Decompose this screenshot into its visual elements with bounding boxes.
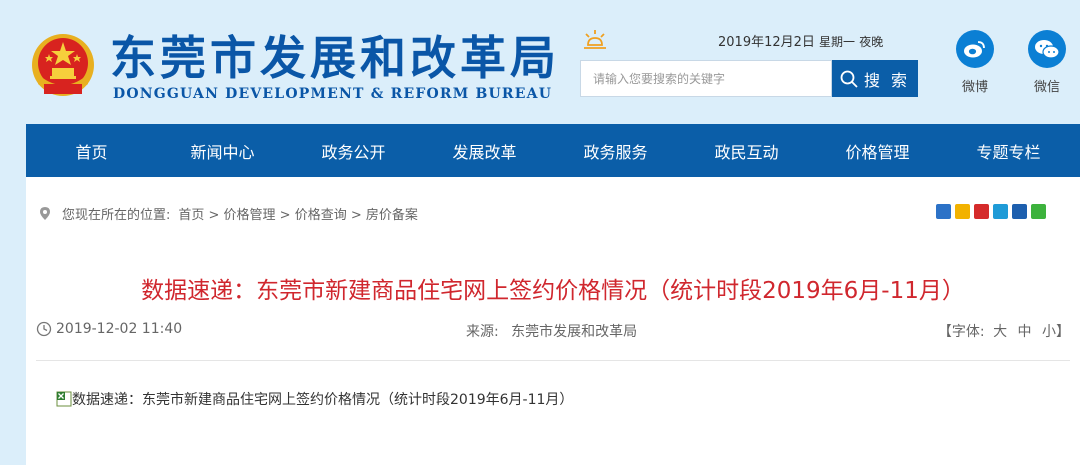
attachment-title: 数据速递：东莞市新建商品住宅网上签约价格情况（统计时段2019年6月-11月） <box>72 392 574 408</box>
national-emblem-icon <box>32 34 94 96</box>
wechat-share-icon[interactable] <box>1031 204 1046 219</box>
site-header: 东莞市发展和改革局 DONGGUAN DEVELOPMENT & REFORM … <box>0 0 1080 124</box>
time-of-day-value: 夜晚 <box>859 35 884 49</box>
font-size-switcher: 【字体: 大 中 小】 <box>938 321 1070 341</box>
breadcrumb-path[interactable]: 首页 > 价格管理 > 价格查询 > 房价备案 <box>178 204 417 223</box>
article-datetime: 2019-12-02 11:40 <box>56 321 183 337</box>
weather-night-icon <box>584 30 606 49</box>
renren-icon[interactable] <box>1012 204 1027 219</box>
article-source: 来源: 东莞市发展和改革局 <box>466 321 637 341</box>
plus-share-icon[interactable] <box>936 204 951 219</box>
font-size-medium[interactable]: 中 <box>1018 324 1032 340</box>
font-size-small[interactable]: 小 <box>1042 324 1056 340</box>
share-bar <box>936 204 1046 219</box>
main-nav: 首页 新闻中心 政务公开 发展改革 政务服务 政民互动 价格管理 专题专栏 <box>26 124 1080 177</box>
font-size-large[interactable]: 大 <box>993 324 1007 340</box>
breadcrumb-prefix: 您现在所在的位置: <box>62 208 171 223</box>
weibo-icon <box>956 30 994 68</box>
site-title: 东莞市发展和改革局 <box>110 31 560 85</box>
wechat-icon <box>1028 30 1066 68</box>
nav-item-services[interactable]: 政务服务 <box>550 124 681 177</box>
nav-item-interaction[interactable]: 政民互动 <box>681 124 812 177</box>
wechat-label: 微信 <box>1033 80 1060 95</box>
weibo-label: 微博 <box>961 80 988 95</box>
article-title: 数据速递：东莞市新建商品住宅网上签约价格情况（统计时段2019年6月-11月） <box>141 278 965 304</box>
breadcrumb: 您现在所在的位置: 首页 > 价格管理 > 价格查询 > 房价备案 <box>40 204 418 223</box>
source-label: 来源: <box>466 324 499 340</box>
tencent-weibo-icon[interactable] <box>993 204 1008 219</box>
search-box <box>580 60 832 97</box>
qzone-icon[interactable] <box>955 204 970 219</box>
attachment-link[interactable]: 数据速递：东莞市新建商品住宅网上签约价格情况（统计时段2019年6月-11月） <box>56 389 573 409</box>
search-icon <box>840 70 858 88</box>
source-value: 东莞市发展和改革局 <box>511 324 638 340</box>
excel-file-icon <box>56 391 72 407</box>
nav-item-home[interactable]: 首页 <box>26 124 157 177</box>
nav-item-news[interactable]: 新闻中心 <box>157 124 288 177</box>
font-size-label: 【字体: <box>937 324 985 340</box>
article-content: 您现在所在的位置: 首页 > 价格管理 > 价格查询 > 房价备案 数据速递：东… <box>26 177 1080 465</box>
wechat-link[interactable]: 微信 <box>1022 30 1072 95</box>
article-date: 2019-12-02 11:40 <box>36 321 182 337</box>
nav-item-reform[interactable]: 发展改革 <box>419 124 550 177</box>
search-button[interactable]: 搜 索 <box>832 60 918 97</box>
nav-item-price[interactable]: 价格管理 <box>812 124 943 177</box>
article-meta: 2019-12-02 11:40 来源: 东莞市发展和改革局 【字体: 大 中 … <box>36 321 1070 341</box>
divider <box>36 360 1070 361</box>
sina-weibo-icon[interactable] <box>974 204 989 219</box>
site-subtitle: DONGGUAN DEVELOPMENT & REFORM BUREAU <box>113 86 553 102</box>
location-pin-icon <box>40 207 50 220</box>
search-input[interactable] <box>581 61 831 96</box>
date-value: 2019年12月2日 <box>718 35 815 50</box>
clock-icon <box>36 321 52 337</box>
font-size-close: 】 <box>1056 324 1070 340</box>
weibo-link[interactable]: 微博 <box>950 30 1000 95</box>
nav-item-topics[interactable]: 专题专栏 <box>943 124 1074 177</box>
weekday-value: 星期一 <box>819 35 856 49</box>
search-button-label: 搜 索 <box>863 70 911 90</box>
nav-item-gov-affairs[interactable]: 政务公开 <box>288 124 419 177</box>
current-date: 2019年12月2日 星期一 夜晚 <box>718 31 883 50</box>
